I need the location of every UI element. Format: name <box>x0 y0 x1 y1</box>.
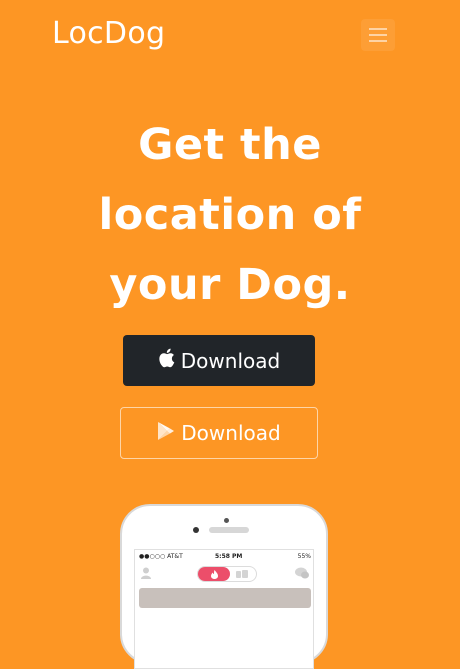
menu-bar <box>369 34 387 36</box>
app-store-download-button[interactable]: Download <box>123 335 315 386</box>
time-label: 5:58 PM <box>215 553 243 560</box>
profile-icon <box>141 567 151 579</box>
apple-icon <box>158 348 175 373</box>
menu-bar <box>369 40 387 42</box>
phone-status-bar: ●●○○○ AT&T 5:58 PM 55% <box>135 553 313 563</box>
chat-icon <box>295 567 309 579</box>
headline-line-3: your Dog. <box>109 260 351 310</box>
google-play-icon <box>157 421 175 446</box>
profile-card <box>139 588 311 608</box>
brand-logo[interactable]: LocDog <box>52 16 165 51</box>
phone-sensor <box>193 527 199 533</box>
phone-camera <box>224 518 229 523</box>
headline-line-2: location of <box>98 190 362 240</box>
google-play-download-label: Download <box>181 421 281 445</box>
app-store-download-label: Download <box>180 348 281 373</box>
navbar: LocDog <box>0 0 460 72</box>
hero-headline: Get the location of your Dog. <box>0 110 460 320</box>
battery-label: 55% <box>297 553 311 560</box>
menu-bar <box>369 28 387 30</box>
google-play-download-button[interactable]: Download <box>120 407 318 459</box>
app-mode-toggle <box>197 566 257 582</box>
carrier-label: ●●○○○ AT&T <box>139 553 183 560</box>
phone-screen: ●●○○○ AT&T 5:58 PM 55% <box>134 549 314 669</box>
phone-mockup: ●●○○○ AT&T 5:58 PM 55% <box>120 504 328 669</box>
hamburger-menu-icon[interactable] <box>361 19 395 51</box>
headline-line-1: Get the <box>138 120 322 170</box>
phone-speaker <box>209 527 249 533</box>
cards-icon <box>236 570 248 578</box>
flame-icon <box>198 567 230 581</box>
